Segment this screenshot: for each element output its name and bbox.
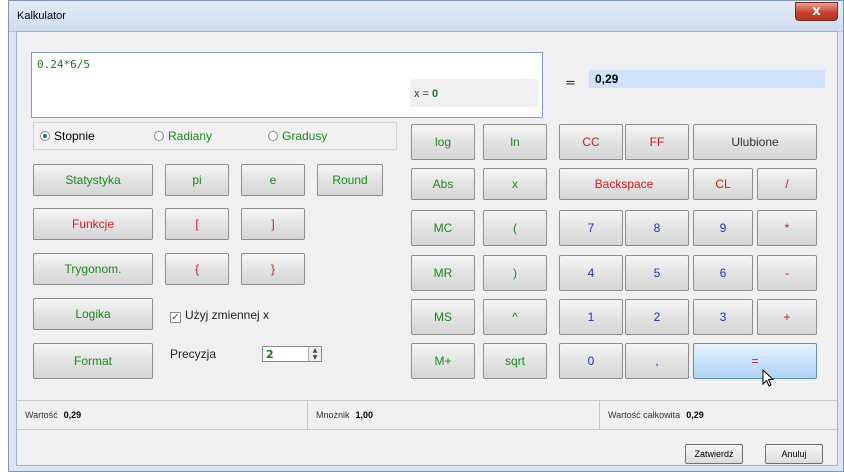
status-value-label: Wartość bbox=[25, 410, 58, 420]
x-value-panel: x = 0 bbox=[410, 79, 538, 107]
ulubione-button[interactable]: Ulubione bbox=[693, 124, 817, 160]
status-total-label: Wartość całkowita bbox=[608, 410, 681, 420]
log-button[interactable]: log bbox=[411, 124, 475, 160]
mr-button[interactable]: MR bbox=[411, 255, 475, 291]
radio-icon bbox=[154, 131, 164, 141]
precision-value: 2 bbox=[266, 348, 274, 361]
status-total: 0,29 bbox=[686, 410, 704, 420]
radio-stopnie[interactable]: Stopnie bbox=[40, 129, 95, 143]
digit-9-button[interactable]: 9 bbox=[693, 210, 753, 246]
status-multiplier-cell: Mnożnik 1,00 bbox=[308, 401, 600, 429]
bracket-close-button[interactable]: ] bbox=[241, 208, 305, 240]
paren-close-button[interactable]: ) bbox=[483, 255, 547, 291]
trygonom-button[interactable]: Trygonom. bbox=[33, 253, 153, 285]
paren-open-button[interactable]: ( bbox=[483, 210, 547, 246]
ff-button[interactable]: FF bbox=[625, 124, 689, 160]
title-bar: Kalkulator x bbox=[9, 1, 843, 32]
brace-open-button[interactable]: { bbox=[165, 253, 229, 285]
digit-2-button[interactable]: 2 bbox=[625, 299, 689, 335]
comma-button[interactable]: , bbox=[625, 343, 689, 379]
statystyka-button[interactable]: Statystyka bbox=[33, 164, 153, 196]
expression-text: 0.24*6/5 bbox=[37, 58, 90, 71]
digit-4-button[interactable]: 4 bbox=[559, 255, 623, 291]
e-button[interactable]: e bbox=[241, 164, 305, 196]
sqrt-button[interactable]: sqrt bbox=[483, 343, 547, 379]
result-equals-sign: = bbox=[565, 76, 576, 91]
pi-button[interactable]: pi bbox=[165, 164, 229, 196]
calculator-window: Kalkulator x 0.24*6/5 x = 0 = 0,29 Stopn… bbox=[8, 0, 844, 472]
divide-button[interactable]: / bbox=[757, 168, 817, 200]
angle-mode-group: Stopnie Radiany Gradusy bbox=[33, 122, 397, 150]
checkmark-icon: ✓ bbox=[170, 312, 181, 323]
ms-button[interactable]: MS bbox=[411, 299, 475, 335]
radio-icon bbox=[268, 131, 278, 141]
brace-close-button[interactable]: } bbox=[241, 253, 305, 285]
close-button[interactable]: x bbox=[795, 2, 838, 21]
round-button[interactable]: Round bbox=[317, 164, 383, 196]
backspace-button[interactable]: Backspace bbox=[559, 168, 689, 200]
ln-button[interactable]: ln bbox=[483, 124, 547, 160]
status-total-cell: Wartość całkowita 0,29 bbox=[600, 401, 837, 429]
digit-5-button[interactable]: 5 bbox=[625, 255, 689, 291]
status-value: 0,29 bbox=[63, 410, 82, 420]
mouse-pointer-icon bbox=[762, 369, 774, 387]
logika-button[interactable]: Logika bbox=[33, 298, 153, 330]
digit-7-button[interactable]: 7 bbox=[559, 210, 623, 246]
digit-3-button[interactable]: 3 bbox=[693, 299, 753, 335]
result-display: 0,29 bbox=[589, 70, 825, 88]
cl-button[interactable]: CL bbox=[693, 168, 753, 200]
multiply-button[interactable]: * bbox=[757, 210, 817, 246]
spin-arrows[interactable]: ▲ ▼ bbox=[308, 347, 321, 361]
digit-8-button[interactable]: 8 bbox=[625, 210, 689, 246]
calculator-body: 0.24*6/5 x = 0 = 0,29 Stopnie Radiany Gr… bbox=[16, 31, 838, 466]
bracket-open-button[interactable]: [ bbox=[165, 208, 229, 240]
window-title: Kalkulator bbox=[17, 10, 66, 22]
equals-button[interactable]: = bbox=[693, 343, 817, 379]
spin-up-icon[interactable]: ▲ bbox=[309, 347, 321, 354]
status-value-cell: Wartość 0,29 bbox=[17, 401, 308, 429]
x-value-label: x = 0 bbox=[414, 88, 439, 100]
x-button[interactable]: x bbox=[483, 168, 547, 200]
format-button[interactable]: Format bbox=[33, 343, 153, 379]
plus-button[interactable]: + bbox=[757, 299, 817, 335]
radio-radiany[interactable]: Radiany bbox=[154, 129, 212, 143]
caret-button[interactable]: ^ bbox=[483, 299, 547, 335]
status-multiplier: 1,00 bbox=[355, 410, 374, 420]
confirm-button[interactable]: Zatwierdź bbox=[685, 444, 743, 464]
minus-button[interactable]: - bbox=[757, 255, 817, 291]
x-value: 0 bbox=[432, 88, 439, 100]
radio-gradusy[interactable]: Gradusy bbox=[268, 129, 327, 143]
mplus-button[interactable]: M+ bbox=[411, 343, 475, 379]
precision-label: Precyzja bbox=[170, 347, 217, 361]
status-multiplier-label: Mnożnik bbox=[316, 410, 350, 420]
radio-selected-icon bbox=[40, 131, 50, 141]
result-value: 0,29 bbox=[595, 72, 619, 86]
expression-input[interactable]: 0.24*6/5 x = 0 bbox=[31, 52, 543, 118]
digit-6-button[interactable]: 6 bbox=[693, 255, 753, 291]
digit-1-button[interactable]: 1 bbox=[559, 299, 623, 335]
mc-button[interactable]: MC bbox=[411, 210, 475, 246]
cc-button[interactable]: CC bbox=[559, 124, 623, 160]
use-x-checkbox[interactable]: ✓ Użyj zmiennej x bbox=[170, 308, 269, 323]
status-bar: Wartość 0,29 Mnożnik 1,00 Wartość całkowit… bbox=[17, 400, 837, 430]
abs-button[interactable]: Abs bbox=[411, 168, 475, 200]
funkcje-button[interactable]: Funkcje bbox=[33, 208, 153, 240]
precision-stepper[interactable]: 2 ▲ ▼ bbox=[262, 346, 322, 362]
spin-down-icon[interactable]: ▼ bbox=[309, 354, 321, 361]
digit-0-button[interactable]: 0 bbox=[559, 343, 623, 379]
cancel-button[interactable]: Anuluj bbox=[765, 444, 823, 464]
